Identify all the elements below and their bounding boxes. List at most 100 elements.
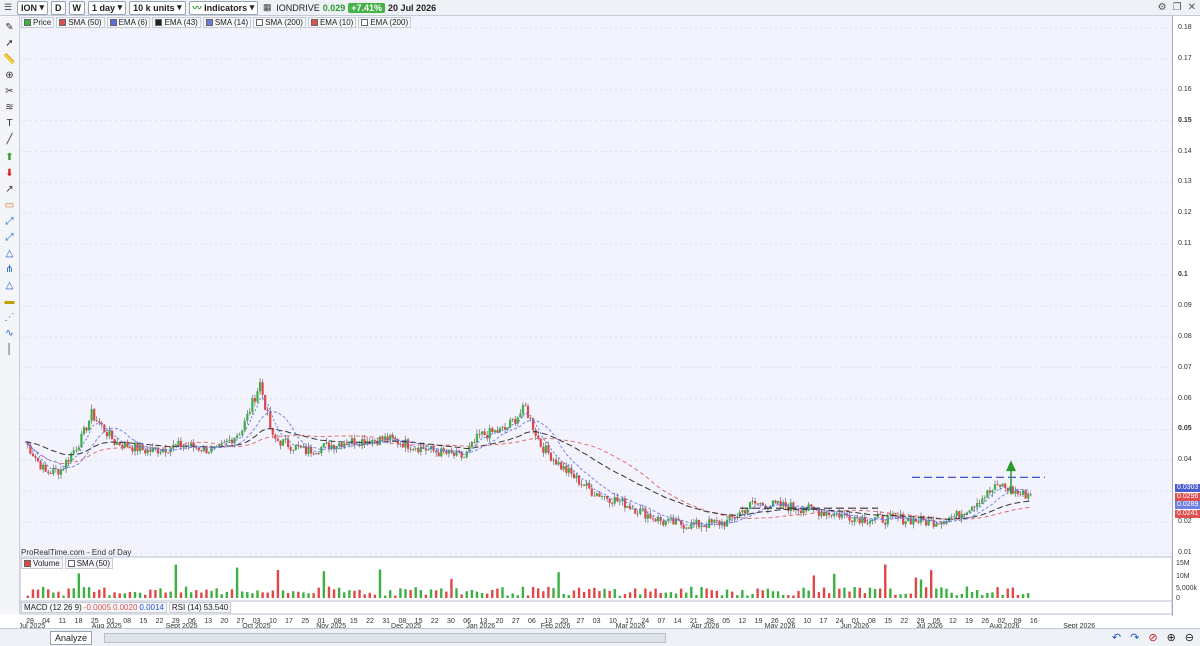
legend-volume-sma[interactable]: SMA (50)	[64, 558, 114, 569]
candle-body	[567, 468, 570, 473]
volume-bar	[685, 592, 688, 598]
volume-bar	[690, 586, 693, 598]
channel-icon[interactable]: ▭	[2, 198, 17, 212]
candle-body	[345, 443, 348, 445]
volume-bar	[62, 595, 65, 598]
triangle-icon[interactable]: △	[2, 246, 17, 260]
ticker-select[interactable]: ION ▾	[17, 0, 49, 15]
candle-body	[258, 382, 262, 392]
volume-bar	[159, 588, 162, 598]
legend-label: SMA (50)	[68, 18, 102, 27]
candle-body	[817, 510, 821, 517]
fibonacci-icon[interactable]: ≋	[2, 100, 17, 114]
restore-icon[interactable]: ❐	[1173, 2, 1182, 13]
rectangle-icon[interactable]: ▬	[2, 294, 17, 308]
candle-body	[868, 521, 872, 524]
pitchfork-icon[interactable]: ⋔	[2, 262, 17, 276]
units-select[interactable]: 10 k units ▾	[129, 0, 186, 15]
candle-body	[44, 464, 47, 472]
volume-bar	[848, 591, 851, 598]
vertical-line-icon[interactable]: │	[2, 342, 17, 356]
candle-body	[200, 450, 203, 452]
scissors-icon[interactable]: ✂	[2, 84, 17, 98]
price-axis-label: 0.1	[1178, 271, 1188, 279]
date-day-label: 08	[123, 618, 131, 625]
date-day-label: 10	[803, 618, 811, 625]
zoom-out-icon[interactable]: ⊖	[1185, 631, 1194, 644]
arrow-down-icon[interactable]: ⬇	[2, 166, 17, 180]
legend-item-3[interactable]: SMA (14)	[202, 17, 252, 28]
candle-body	[623, 498, 627, 508]
interval-select[interactable]: 1 day ▾	[88, 0, 127, 15]
delete-icon[interactable]: ⊘	[1148, 631, 1157, 644]
volume-bar	[419, 590, 423, 598]
pencil-icon[interactable]: ✎	[2, 20, 17, 34]
legend-item-0[interactable]: SMA (50)	[56, 17, 105, 28]
undo-icon[interactable]: ↶	[1112, 631, 1121, 644]
legend-item-2[interactable]: EMA (43)	[152, 17, 201, 28]
price-axis-label: 0.17	[1178, 54, 1192, 62]
candle-body	[220, 442, 223, 445]
legend-rsi[interactable]: RSI (14) 53.540	[168, 602, 232, 613]
ray-icon[interactable]: ⤢	[2, 230, 17, 244]
candle-body	[641, 508, 644, 510]
candle-body	[705, 526, 708, 528]
candle-body	[682, 524, 685, 529]
fan-icon[interactable]: ⋰	[2, 310, 17, 324]
volume-panel-bg	[20, 556, 1172, 602]
candle-body	[976, 502, 979, 508]
legend-item-5[interactable]: EMA (10)	[307, 17, 357, 28]
weekly-button[interactable]: W	[68, 0, 86, 15]
legend-macd[interactable]: MACD (12 26 9) -0.0005 0.0020 0.0014	[21, 602, 167, 613]
volume-bar	[822, 587, 826, 598]
candle-body	[616, 497, 619, 502]
candle-body	[570, 468, 573, 474]
cursor-icon[interactable]: ➚	[2, 36, 17, 50]
close-icon[interactable]: ✕	[1188, 2, 1196, 13]
projection-icon[interactable]: △	[2, 278, 17, 292]
trendline-icon[interactable]: ⤢	[2, 214, 17, 228]
candle-body	[215, 446, 218, 447]
volume-bar	[827, 593, 831, 598]
price-chart[interactable]: 28 04 11 18 25 01 08 15 22 29 06 13 20 27 03 10 17 25 01 08…	[20, 16, 1172, 628]
legend-item-1[interactable]: EMA (6)	[106, 17, 151, 28]
date-day-label: 15	[139, 618, 147, 625]
price-axis[interactable]	[1172, 16, 1200, 616]
legend-price[interactable]: Price	[21, 17, 55, 28]
legend-item-4[interactable]: SMA (200)	[253, 17, 306, 28]
volume-axis-label: 5,000k	[1176, 585, 1198, 592]
redo-icon[interactable]: ↷	[1130, 631, 1139, 644]
volume-bar	[628, 592, 632, 598]
date-day-label: 13	[204, 618, 212, 625]
chart-menu-icon[interactable]: ☰	[2, 2, 14, 14]
arrow-line-icon[interactable]: ↗	[2, 182, 17, 196]
candle-body	[907, 518, 910, 522]
candle-body	[1014, 490, 1017, 494]
volume-bar	[1016, 594, 1020, 598]
indicators-button[interactable]: 〰 Indicators ▾	[188, 0, 259, 15]
cycle-icon[interactable]: ∿	[2, 326, 17, 340]
legend-label: EMA (43)	[164, 18, 198, 27]
legend-item-6[interactable]: EMA (200)	[358, 17, 412, 28]
candle-body	[251, 398, 254, 413]
candle-body	[473, 441, 476, 443]
zoom-icon[interactable]: ⊕	[2, 68, 17, 82]
analyze-button[interactable]: Analyze	[50, 630, 93, 645]
candle-body	[953, 516, 956, 518]
ruler-icon[interactable]: 📏	[2, 52, 17, 66]
chart-type-icon[interactable]: ▦	[261, 2, 273, 14]
price-tag: 0.0296	[1175, 492, 1200, 501]
volume-bar	[337, 587, 341, 598]
volume-bar	[873, 588, 877, 598]
candle-body	[452, 452, 456, 456]
arrow-up-icon[interactable]: ⬆	[2, 150, 17, 164]
legend-volume[interactable]: Volume	[21, 558, 63, 569]
zoom-in-icon[interactable]: ⊕	[1167, 631, 1176, 644]
line-icon[interactable]: ╱	[2, 132, 17, 146]
time-scrollbar[interactable]	[104, 632, 667, 643]
volume-bar	[404, 589, 407, 598]
daily-button[interactable]: D	[51, 0, 66, 15]
settings-icon[interactable]: ⚙	[1158, 2, 1167, 13]
candle-body	[67, 460, 70, 462]
text-icon[interactable]: T	[2, 116, 17, 130]
